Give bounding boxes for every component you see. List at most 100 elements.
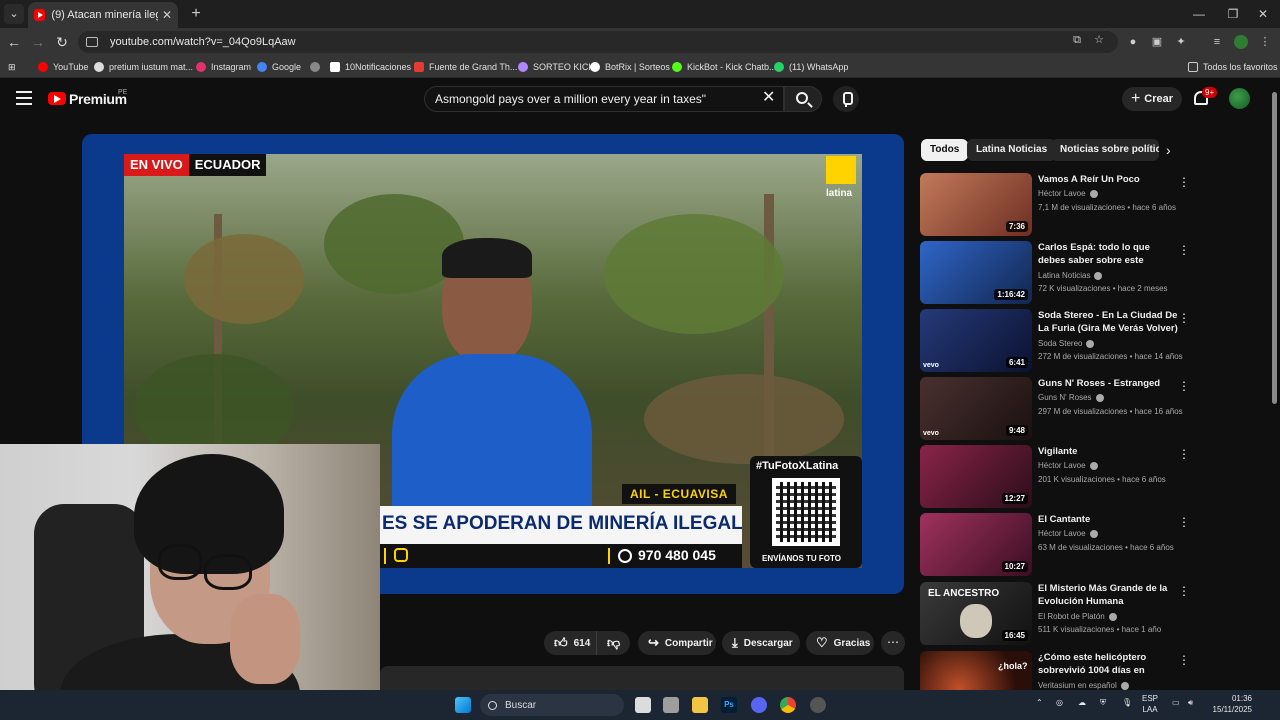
file-explorer-icon[interactable] [692, 697, 708, 713]
clock[interactable]: 01:36 15/11/2025 [1208, 693, 1252, 715]
video-title[interactable]: ¿Cómo este helicóptero sobrevivió 1004 d… [1038, 651, 1178, 679]
video-title[interactable]: Soda Stereo - En La Ciudad De La Furia (… [1038, 309, 1178, 335]
task-view-icon[interactable] [635, 697, 651, 713]
profile-avatar-icon[interactable] [1234, 35, 1248, 49]
video-thumbnail[interactable]: 1:16:42 [920, 241, 1032, 304]
channel-name[interactable]: Soda Stereo [1038, 339, 1095, 348]
more-options-icon[interactable]: ⋮ [1178, 311, 1190, 325]
bookmark-item[interactable]: (11) WhatsApp [774, 59, 848, 75]
chevron-up-icon[interactable]: ⌃ [1036, 698, 1043, 707]
channel-name[interactable]: El Robot de Platón [1038, 612, 1117, 621]
bookmark-star-icon[interactable]: ☆ [1092, 33, 1106, 47]
search-box[interactable] [424, 86, 784, 112]
video-thumbnail[interactable]: 7:36 [920, 173, 1032, 236]
more-options-icon[interactable]: ⋮ [1178, 175, 1190, 189]
new-tab-icon[interactable]: + [186, 4, 206, 24]
create-button[interactable]: + Crear [1122, 87, 1182, 111]
recommendation-item[interactable]: EL ANCESTRO 16:45 El Misterio Más Grande… [920, 582, 1190, 646]
chip-latina-noticias[interactable]: Latina Noticias [967, 139, 1057, 161]
tab-search-icon[interactable]: ⌄ [4, 4, 24, 24]
more-options-icon[interactable]: ⋮ [1178, 653, 1190, 667]
recommendation-item[interactable]: 1:16:42 Carlos Espá: todo lo que debes s… [920, 241, 1190, 305]
search-input[interactable] [435, 92, 755, 106]
bookmark-item[interactable]: KickBot - Kick Chatb... [672, 59, 777, 75]
video-thumbnail[interactable]: EL ANCESTRO 16:45 [920, 582, 1032, 645]
back-icon[interactable]: ← [4, 32, 24, 52]
channel-name[interactable]: Héctor Lavoe [1038, 461, 1098, 470]
reload-icon[interactable]: ↻ [52, 32, 72, 52]
more-options-icon[interactable]: ⋮ [1178, 447, 1190, 461]
page-scrollbar[interactable] [1270, 78, 1280, 690]
forward-icon[interactable]: → [28, 32, 48, 52]
bookmark-item[interactable]: Fuente de Grand Th... [414, 59, 517, 75]
menu-hamburger-icon[interactable] [16, 91, 32, 105]
url-input[interactable] [110, 36, 1010, 48]
video-thumbnail[interactable]: vevo 6:41 [920, 309, 1032, 372]
recommendation-item[interactable]: vevo 9:48 Guns N' Roses - Estranged Guns … [920, 377, 1190, 441]
more-actions-icon[interactable]: ⋯ [881, 631, 905, 655]
photoshop-icon[interactable]: Ps [721, 697, 737, 713]
network-icon[interactable]: ▭ [1172, 698, 1180, 707]
channel-name[interactable]: Veritasium en español [1038, 681, 1129, 690]
video-thumbnail[interactable]: 10:27 [920, 513, 1032, 576]
recommendation-item[interactable]: vevo 6:41 Soda Stereo - En La Ciudad De L… [920, 309, 1190, 373]
bookmark-item[interactable]: Instagram [196, 59, 251, 75]
avatar[interactable] [1229, 88, 1250, 109]
recommendation-item[interactable]: 12:27 Vigilante Héctor Lavoe 201 K visua… [920, 445, 1190, 509]
download-button[interactable]: ⤓ Descargar [722, 631, 800, 655]
taskbar-search[interactable]: Buscar [480, 694, 624, 716]
dislike-button[interactable]: 👎︎ [596, 631, 630, 655]
channel-name[interactable]: Guns N' Roses [1038, 393, 1104, 402]
close-tab-icon[interactable]: ✕ [162, 8, 172, 22]
youtube-logo-icon[interactable] [48, 92, 66, 105]
video-title[interactable]: El Misterio Más Grande de la Evolución H… [1038, 582, 1178, 608]
minimize-icon[interactable]: — [1182, 0, 1216, 28]
tray-icon[interactable]: ◎ [1056, 698, 1063, 707]
thanks-button[interactable]: ♡ Gracias [806, 631, 874, 655]
bookmark-item[interactable]: SORTEO KICK [518, 59, 594, 75]
extension-icon[interactable]: ● [1126, 35, 1140, 49]
voice-search-mic-icon[interactable] [833, 86, 859, 112]
reading-list-icon[interactable]: ≡ [1210, 35, 1224, 49]
extension-icon[interactable]: ▣ [1150, 35, 1164, 49]
more-options-icon[interactable]: ⋮ [1178, 584, 1190, 598]
more-options-icon[interactable]: ⋮ [1178, 515, 1190, 529]
clear-search-icon[interactable]: ✕ [762, 90, 775, 106]
recommendation-item[interactable]: 10:27 El Cantante Héctor Lavoe 63 M de v… [920, 513, 1190, 577]
more-options-icon[interactable]: ⋮ [1178, 243, 1190, 257]
recommendation-item[interactable]: ¿hola? ¿Cómo este helicóptero sobrevivió… [920, 651, 1190, 690]
discord-icon[interactable] [751, 697, 767, 713]
all-bookmarks-folder[interactable]: Todos los favoritos [1188, 59, 1278, 75]
cloud-icon[interactable]: ☁ [1078, 698, 1086, 707]
video-thumbnail[interactable]: vevo 9:48 [920, 377, 1032, 440]
browser-tab[interactable]: (9) Atacan minería ilegal con ar ✕ [28, 2, 178, 28]
video-thumbnail[interactable]: 12:27 [920, 445, 1032, 508]
scrollbar-thumb[interactable] [1272, 92, 1277, 404]
video-title[interactable]: Vigilante [1038, 445, 1178, 458]
video-title[interactable]: El Cantante [1038, 513, 1178, 526]
video-title[interactable]: Vamos A Reír Un Poco [1038, 173, 1178, 186]
extensions-puzzle-icon[interactable]: ✦ [1174, 35, 1188, 49]
app-icon[interactable] [810, 697, 826, 713]
bookmark-item[interactable]: YouTube [38, 59, 88, 75]
bookmark-item[interactable]: Google [257, 59, 301, 75]
chrome-icon[interactable] [780, 697, 796, 713]
video-thumbnail[interactable]: ¿hola? [920, 651, 1032, 690]
channel-name[interactable]: Latina Noticias [1038, 271, 1103, 280]
more-options-icon[interactable]: ⋮ [1178, 379, 1190, 393]
language-indicator[interactable]: ESP LAA [1142, 693, 1158, 715]
bookmark-item[interactable]: pretium iustum mat... [94, 59, 193, 75]
microphone-icon[interactable]: 🎙︎ [1122, 698, 1132, 707]
close-window-icon[interactable]: ✕ [1246, 0, 1280, 28]
channel-name[interactable]: Héctor Lavoe [1038, 189, 1098, 198]
restore-icon[interactable]: ❐ [1216, 0, 1250, 28]
chevron-right-icon[interactable]: › [1166, 142, 1171, 158]
bookmark-item[interactable]: BotRix | Sorteos [590, 59, 670, 75]
search-button[interactable] [784, 86, 822, 112]
recommendation-item[interactable]: 7:36 Vamos A Reír Un Poco Héctor Lavoe 7… [920, 173, 1190, 237]
volume-icon[interactable]: 🔊︎ [1188, 698, 1193, 708]
chip-politics[interactable]: Noticias sobre política [1051, 139, 1159, 161]
site-info-icon[interactable] [86, 37, 98, 47]
like-button[interactable]: 👍︎ 614 [544, 631, 596, 655]
browser-menu-icon[interactable]: ⋮ [1258, 35, 1272, 49]
